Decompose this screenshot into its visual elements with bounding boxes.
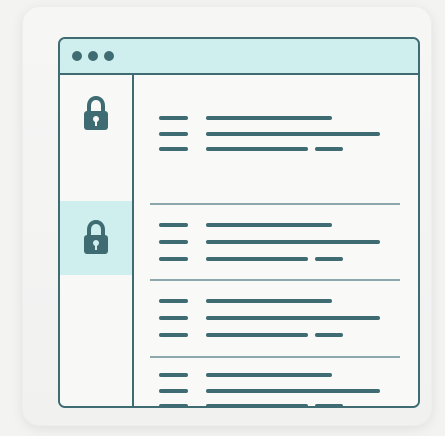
list-bullet-line — [159, 257, 188, 261]
list-text-line — [315, 404, 343, 406]
list-text-line — [206, 132, 380, 136]
list-bullet-line — [159, 389, 188, 393]
list-text-line — [206, 373, 332, 377]
sidebar-item-lock-1[interactable] — [60, 75, 132, 149]
sidebar-item-lock-2[interactable] — [60, 201, 132, 275]
list-text-line — [206, 240, 380, 244]
list-bullet-line — [159, 404, 188, 406]
list-divider — [150, 203, 400, 205]
content-list — [134, 75, 418, 406]
list-text-line — [206, 333, 308, 337]
list-text-line — [206, 299, 332, 303]
list-text-line — [206, 389, 380, 393]
list-divider — [150, 279, 400, 281]
list-divider — [150, 356, 400, 358]
window-dot[interactable] — [72, 51, 82, 61]
app-window — [58, 37, 420, 408]
titlebar — [60, 39, 418, 75]
list-bullet-line — [159, 373, 188, 377]
window-dot[interactable] — [88, 51, 98, 61]
list-bullet-line — [159, 132, 188, 136]
list-text-line — [206, 257, 308, 261]
list-text-line — [206, 147, 308, 151]
list-text-line — [206, 223, 332, 227]
list-text-line — [315, 147, 343, 151]
list-text-line — [206, 404, 308, 406]
lock-icon — [84, 95, 108, 130]
list-text-line — [206, 316, 380, 320]
list-bullet-line — [159, 147, 188, 151]
list-text-line — [315, 257, 343, 261]
window-dot[interactable] — [104, 51, 114, 61]
list-bullet-line — [159, 299, 188, 303]
list-bullet-line — [159, 316, 188, 320]
list-bullet-line — [159, 333, 188, 337]
list-bullet-line — [159, 116, 188, 120]
list-text-line — [315, 333, 343, 337]
list-bullet-line — [159, 223, 188, 227]
sidebar — [60, 75, 134, 406]
list-bullet-line — [159, 240, 188, 244]
list-text-line — [206, 116, 332, 120]
lock-icon — [84, 219, 108, 254]
